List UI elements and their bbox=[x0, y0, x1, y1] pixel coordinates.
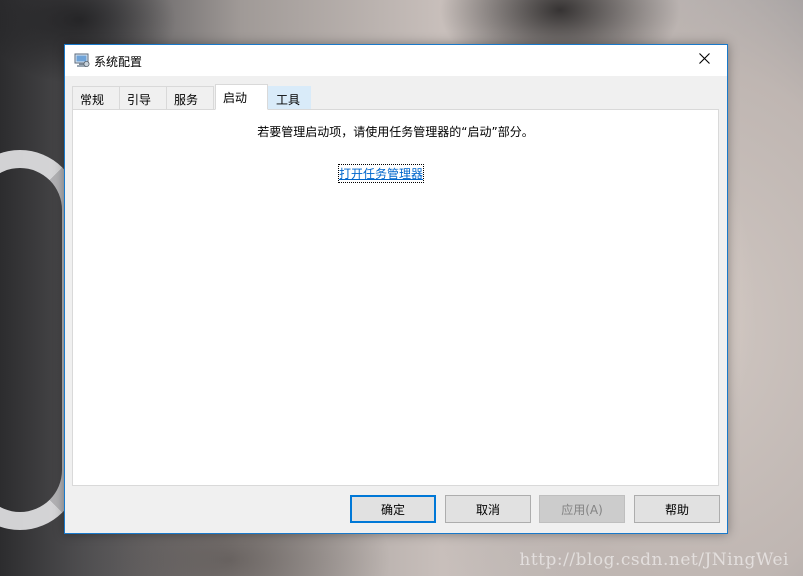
tab-label: 工具 bbox=[276, 93, 301, 107]
close-button[interactable] bbox=[681, 45, 727, 75]
tab-label: 常规 bbox=[80, 93, 105, 107]
tab-label: 启动 bbox=[223, 91, 248, 105]
startup-panel: 若要管理启动项，请使用任务管理器的“启动”部分。 打开任务管理器 bbox=[72, 109, 719, 486]
help-button-label: 帮助 bbox=[664, 502, 689, 517]
apply-button-label: 应用(A) bbox=[561, 502, 603, 517]
tab-tools[interactable]: 工具 bbox=[268, 86, 311, 109]
window-title: 系统配置 bbox=[94, 55, 143, 69]
watermark: http://blog.csdn.net/JNingWei bbox=[519, 550, 789, 570]
tab-label: 引导 bbox=[127, 93, 152, 107]
system-config-icon bbox=[74, 53, 90, 68]
open-task-manager-link[interactable]: 打开任务管理器 bbox=[337, 164, 425, 183]
ok-button-label: 确定 bbox=[380, 502, 405, 517]
apply-button[interactable]: 应用(A) bbox=[539, 495, 625, 523]
tab-boot[interactable]: 引导 bbox=[119, 86, 167, 109]
tab-services[interactable]: 服务 bbox=[166, 86, 214, 109]
cancel-button-label: 取消 bbox=[475, 502, 500, 517]
help-button[interactable]: 帮助 bbox=[634, 495, 720, 523]
ok-button[interactable]: 确定 bbox=[350, 495, 436, 523]
cancel-button[interactable]: 取消 bbox=[445, 495, 531, 523]
system-config-window: 系统配置 常规 引导 服务 启动 工具 若要管理启动项，请使用任务管理器的“启动… bbox=[64, 44, 728, 534]
startup-message: 若要管理启动项，请使用任务管理器的“启动”部分。 bbox=[257, 125, 534, 139]
title-bar: 系统配置 bbox=[65, 45, 727, 76]
tab-general[interactable]: 常规 bbox=[72, 86, 120, 109]
close-icon bbox=[698, 53, 710, 67]
tab-startup[interactable]: 启动 bbox=[215, 84, 268, 110]
tab-label: 服务 bbox=[174, 93, 199, 107]
